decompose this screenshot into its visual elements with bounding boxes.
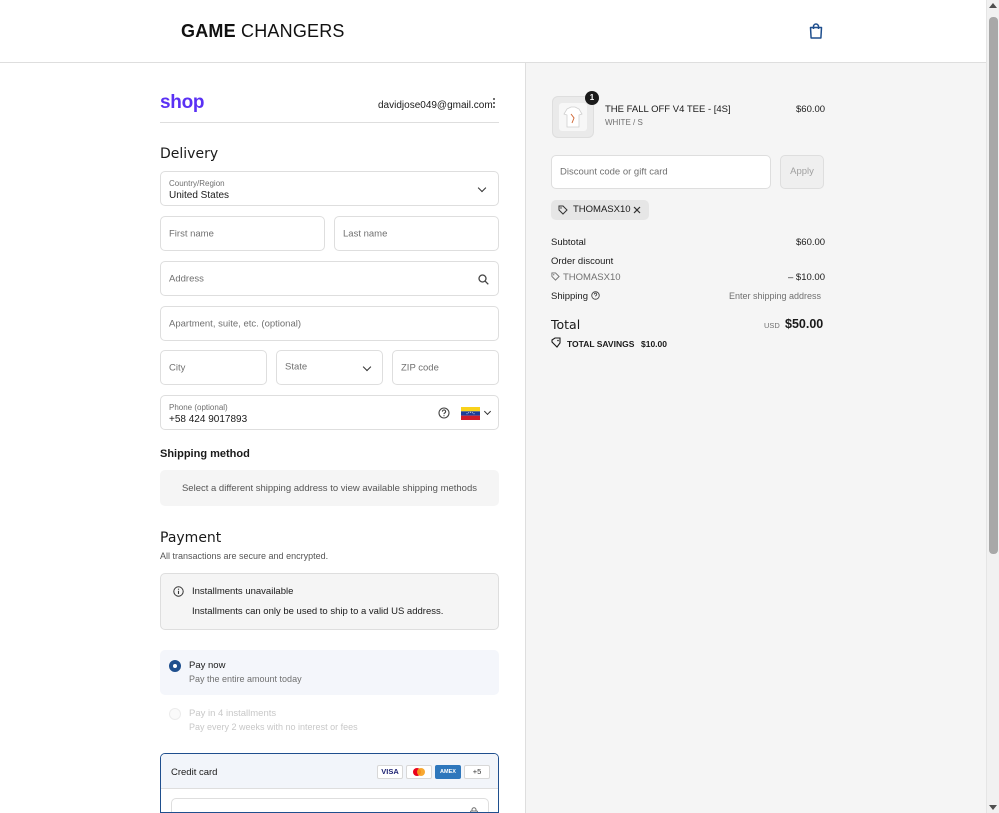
tag-icon <box>558 205 568 215</box>
phone-label: Phone (optional) <box>169 403 228 412</box>
city-placeholder: City <box>169 362 186 373</box>
credit-card-header[interactable]: Credit card VISA AMEX +5 <box>161 754 498 789</box>
credit-card-label: Credit card <box>171 767 218 778</box>
phone-field[interactable]: Phone (optional) +58 424 9017893 <box>160 395 499 430</box>
tag-icon <box>551 272 560 281</box>
help-circle-icon[interactable] <box>438 407 450 419</box>
notice-body: Installments can only be used to ship to… <box>192 606 444 617</box>
account-menu-icon[interactable] <box>492 98 496 110</box>
scroll-down-arrow-icon[interactable] <box>989 805 997 810</box>
total-value: $50.00 <box>785 317 824 331</box>
more-cards-badge: +5 <box>464 765 490 779</box>
product-price: $60.00 <box>796 104 826 115</box>
city-field[interactable]: City <box>160 350 267 385</box>
notice-title: Installments unavailable <box>192 586 294 597</box>
chevron-down-icon <box>362 362 372 372</box>
state-placeholder: State <box>285 361 308 372</box>
quantity-badge: 1 <box>585 91 599 105</box>
shipping-value: Enter shipping address <box>729 291 822 301</box>
shipping-method-message: Select a different shipping address to v… <box>181 483 478 494</box>
apartment-field[interactable]: Apartment, suite, etc. (optional) <box>160 306 499 341</box>
chevron-down-icon <box>477 183 487 193</box>
first-name-field[interactable]: First name <box>160 216 325 251</box>
subtotal-value: $60.00 <box>796 237 826 248</box>
remove-discount-icon[interactable] <box>633 206 641 214</box>
zip-placeholder: ZIP code <box>401 362 439 373</box>
country-select[interactable]: Country/Region United States <box>160 171 499 206</box>
savings-tag-icon <box>551 337 561 348</box>
amex-icon: AMEX <box>435 765 461 779</box>
pay-installments-option[interactable]: Pay in 4 installments Pay every 2 weeks … <box>160 703 499 743</box>
last-name-field[interactable]: Last name <box>334 216 499 251</box>
installments-desc: Pay every 2 weeks with no interest or fe… <box>189 722 358 732</box>
search-icon <box>478 274 489 285</box>
country-value: United States <box>169 190 230 201</box>
total-label: Total <box>551 317 581 332</box>
order-discount-label: Order discount <box>551 256 614 267</box>
applied-code: THOMASX10 <box>573 204 631 215</box>
payment-subtitle: All transactions are secure and encrypte… <box>160 551 329 561</box>
last-name-placeholder: Last name <box>343 228 388 239</box>
visa-icon: VISA <box>377 765 403 779</box>
zip-field[interactable]: ZIP code <box>392 350 499 385</box>
shop-pay-logo: shop <box>160 92 205 113</box>
shipping-method-notice: Select a different shipping address to v… <box>160 470 499 506</box>
help-circle-icon[interactable] <box>591 291 600 300</box>
installments-label: Pay in 4 installments <box>189 708 277 719</box>
card-number-field[interactable] <box>171 798 489 812</box>
product-variant: WHITE / S <box>605 118 643 127</box>
installments-notice: Installments unavailable Installments ca… <box>160 573 499 630</box>
pay-now-radio[interactable] <box>169 660 181 672</box>
scroll-up-arrow-icon[interactable] <box>989 3 997 8</box>
pay-now-option[interactable]: Pay now Pay the entire amount today <box>160 650 499 695</box>
country-label: Country/Region <box>169 179 225 188</box>
shopping-bag-icon[interactable] <box>808 22 824 40</box>
discount-code-field[interactable]: Discount code or gift card <box>551 155 771 189</box>
venezuela-flag-icon[interactable] <box>461 407 480 420</box>
page-scrollbar[interactable] <box>986 0 999 813</box>
discount-amount: – $10.00 <box>788 272 825 283</box>
phone-value: +58 424 9017893 <box>169 414 248 425</box>
discount-code-line: THOMASX10 <box>563 272 621 283</box>
discount-placeholder: Discount code or gift card <box>560 166 668 178</box>
total-savings-value: $10.00 <box>641 339 667 349</box>
state-select[interactable]: State <box>276 350 383 385</box>
first-name-placeholder: First name <box>169 228 214 239</box>
lock-icon <box>470 807 478 812</box>
subtotal-label: Subtotal <box>551 237 586 248</box>
applied-discount-chip: THOMASX10 <box>551 200 649 220</box>
mastercard-icon <box>406 765 432 779</box>
payment-heading: Payment <box>160 530 222 546</box>
apply-discount-button[interactable]: Apply <box>780 155 824 189</box>
total-savings-label: TOTAL SAVINGS <box>567 339 635 349</box>
divider <box>160 122 499 123</box>
pay-now-label: Pay now <box>189 660 226 671</box>
delivery-heading: Delivery <box>160 146 219 162</box>
site-header: GAME CHANGERS <box>0 0 986 63</box>
shipping-method-heading: Shipping method <box>160 448 250 460</box>
account-email: davidjose049@gmail.com <box>378 100 493 111</box>
apartment-placeholder: Apartment, suite, etc. (optional) <box>169 318 302 329</box>
store-logo[interactable]: GAME CHANGERS <box>181 21 345 42</box>
scrollbar-thumb[interactable] <box>989 17 998 554</box>
total-currency: USD <box>764 321 780 330</box>
product-name: THE FALL OFF V4 TEE - [4S] <box>605 104 731 115</box>
chevron-down-icon <box>483 407 492 416</box>
credit-card-option[interactable]: Credit card VISA AMEX +5 <box>160 753 499 813</box>
pay-now-desc: Pay the entire amount today <box>189 674 302 684</box>
address-field[interactable]: Address <box>160 261 499 296</box>
shipping-label: Shipping <box>551 291 588 302</box>
installments-radio[interactable] <box>169 708 181 720</box>
address-placeholder: Address <box>169 273 204 284</box>
info-icon <box>173 586 184 597</box>
